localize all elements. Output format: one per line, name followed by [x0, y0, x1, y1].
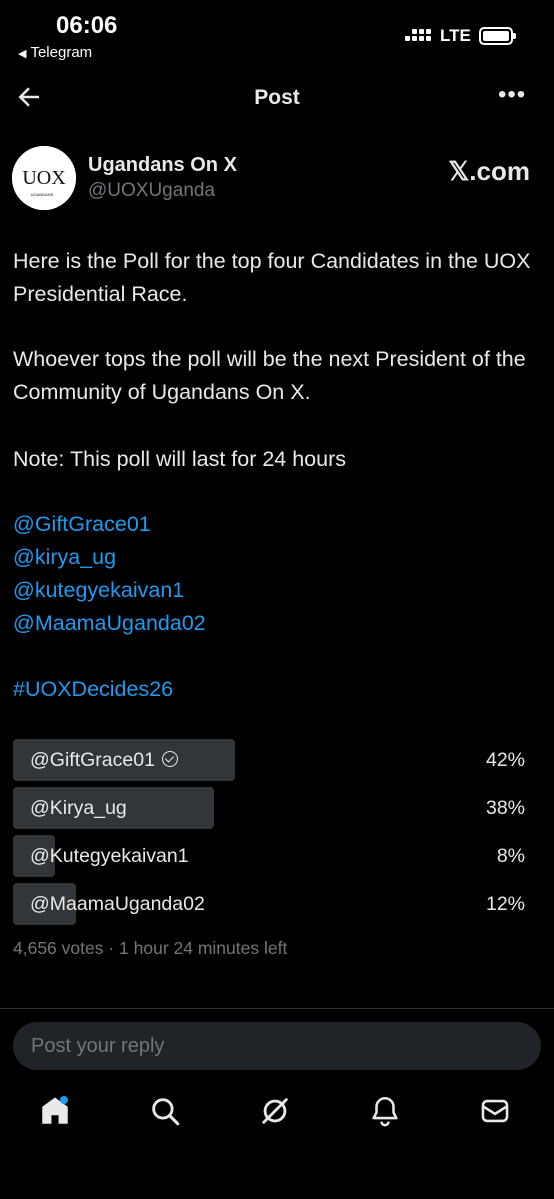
- status-bar: 06:06 ◀ Telegram LTE: [0, 0, 554, 70]
- reply-input[interactable]: Post your reply: [13, 1022, 541, 1070]
- tab-messages[interactable]: [478, 1094, 518, 1134]
- author-handle[interactable]: @UOXUganda: [88, 180, 215, 202]
- poll-option: @Kirya_ug 38%: [13, 787, 541, 829]
- nav-header: Post •••: [0, 70, 554, 126]
- author-name[interactable]: Ugandans On X: [88, 154, 237, 177]
- post-paragraph-1: Here is the Poll for the top four Candid…: [13, 249, 531, 306]
- divider: [0, 1008, 554, 1009]
- hashtag-link[interactable]: #UOXDecides26: [13, 673, 173, 706]
- signal-icon: [405, 28, 433, 46]
- poll-option-label: @GiftGrace01: [30, 749, 155, 771]
- tab-notifications[interactable]: [368, 1094, 408, 1134]
- network-label: LTE: [440, 26, 471, 45]
- mention-link[interactable]: @kirya_ug: [13, 541, 116, 574]
- tab-grok[interactable]: [258, 1094, 298, 1134]
- poll-option: @Kutegyekaivan1 8%: [13, 835, 541, 877]
- mention-link[interactable]: @MaamaUganda02: [13, 607, 206, 640]
- notification-dot: [60, 1096, 68, 1104]
- svg-text:UOX: UOX: [22, 167, 66, 189]
- poll-option-label: @Kutegyekaivan1: [30, 845, 189, 867]
- back-to-app-link[interactable]: ◀ Telegram: [18, 44, 92, 61]
- source-label: 𝕏.com: [448, 156, 530, 186]
- poll-option-percent: 42%: [485, 749, 525, 771]
- envelope-icon: [481, 1099, 509, 1123]
- grok-icon: [262, 1098, 288, 1124]
- back-triangle-icon: ◀: [18, 48, 27, 60]
- more-options-button[interactable]: •••: [498, 83, 530, 114]
- reply-placeholder: Post your reply: [31, 1035, 165, 1057]
- poll-option: @MaamaUganda02 12%: [13, 883, 541, 925]
- svg-text:UGANDANS: UGANDANS: [31, 192, 54, 197]
- battery-icon: [479, 27, 516, 45]
- poll-option: @GiftGrace01 42%: [13, 739, 541, 781]
- author-avatar[interactable]: UOX UGANDANS: [12, 146, 76, 210]
- poll-option-percent: 8%: [496, 845, 525, 867]
- poll-option-label: @MaamaUganda02: [30, 893, 205, 915]
- search-icon: [152, 1098, 180, 1126]
- poll-option-percent: 38%: [485, 797, 525, 819]
- status-time: 06:06: [56, 12, 118, 39]
- post-paragraph-2: Whoever tops the poll will be the next P…: [13, 347, 526, 404]
- uox-logo-icon: UOX UGANDANS: [12, 146, 76, 210]
- mention-link[interactable]: @kutegyekaivan1: [13, 574, 184, 607]
- poll-meta: 4,656 votes · 1 hour 24 minutes left: [13, 938, 288, 958]
- mention-link[interactable]: @GiftGrace01: [13, 508, 151, 541]
- back-app-label: Telegram: [30, 44, 93, 61]
- tab-search[interactable]: [148, 1094, 188, 1134]
- tab-bar: [0, 1080, 554, 1199]
- poll-option-percent: 12%: [485, 893, 525, 915]
- post-paragraph-3: Note: This poll will last for 24 hours: [13, 447, 346, 471]
- checkmark-circle-icon: [161, 751, 178, 767]
- poll-option-label: @Kirya_ug: [30, 797, 127, 819]
- tab-home[interactable]: [38, 1094, 78, 1134]
- page-title: Post: [254, 86, 300, 109]
- bell-icon: [372, 1096, 398, 1127]
